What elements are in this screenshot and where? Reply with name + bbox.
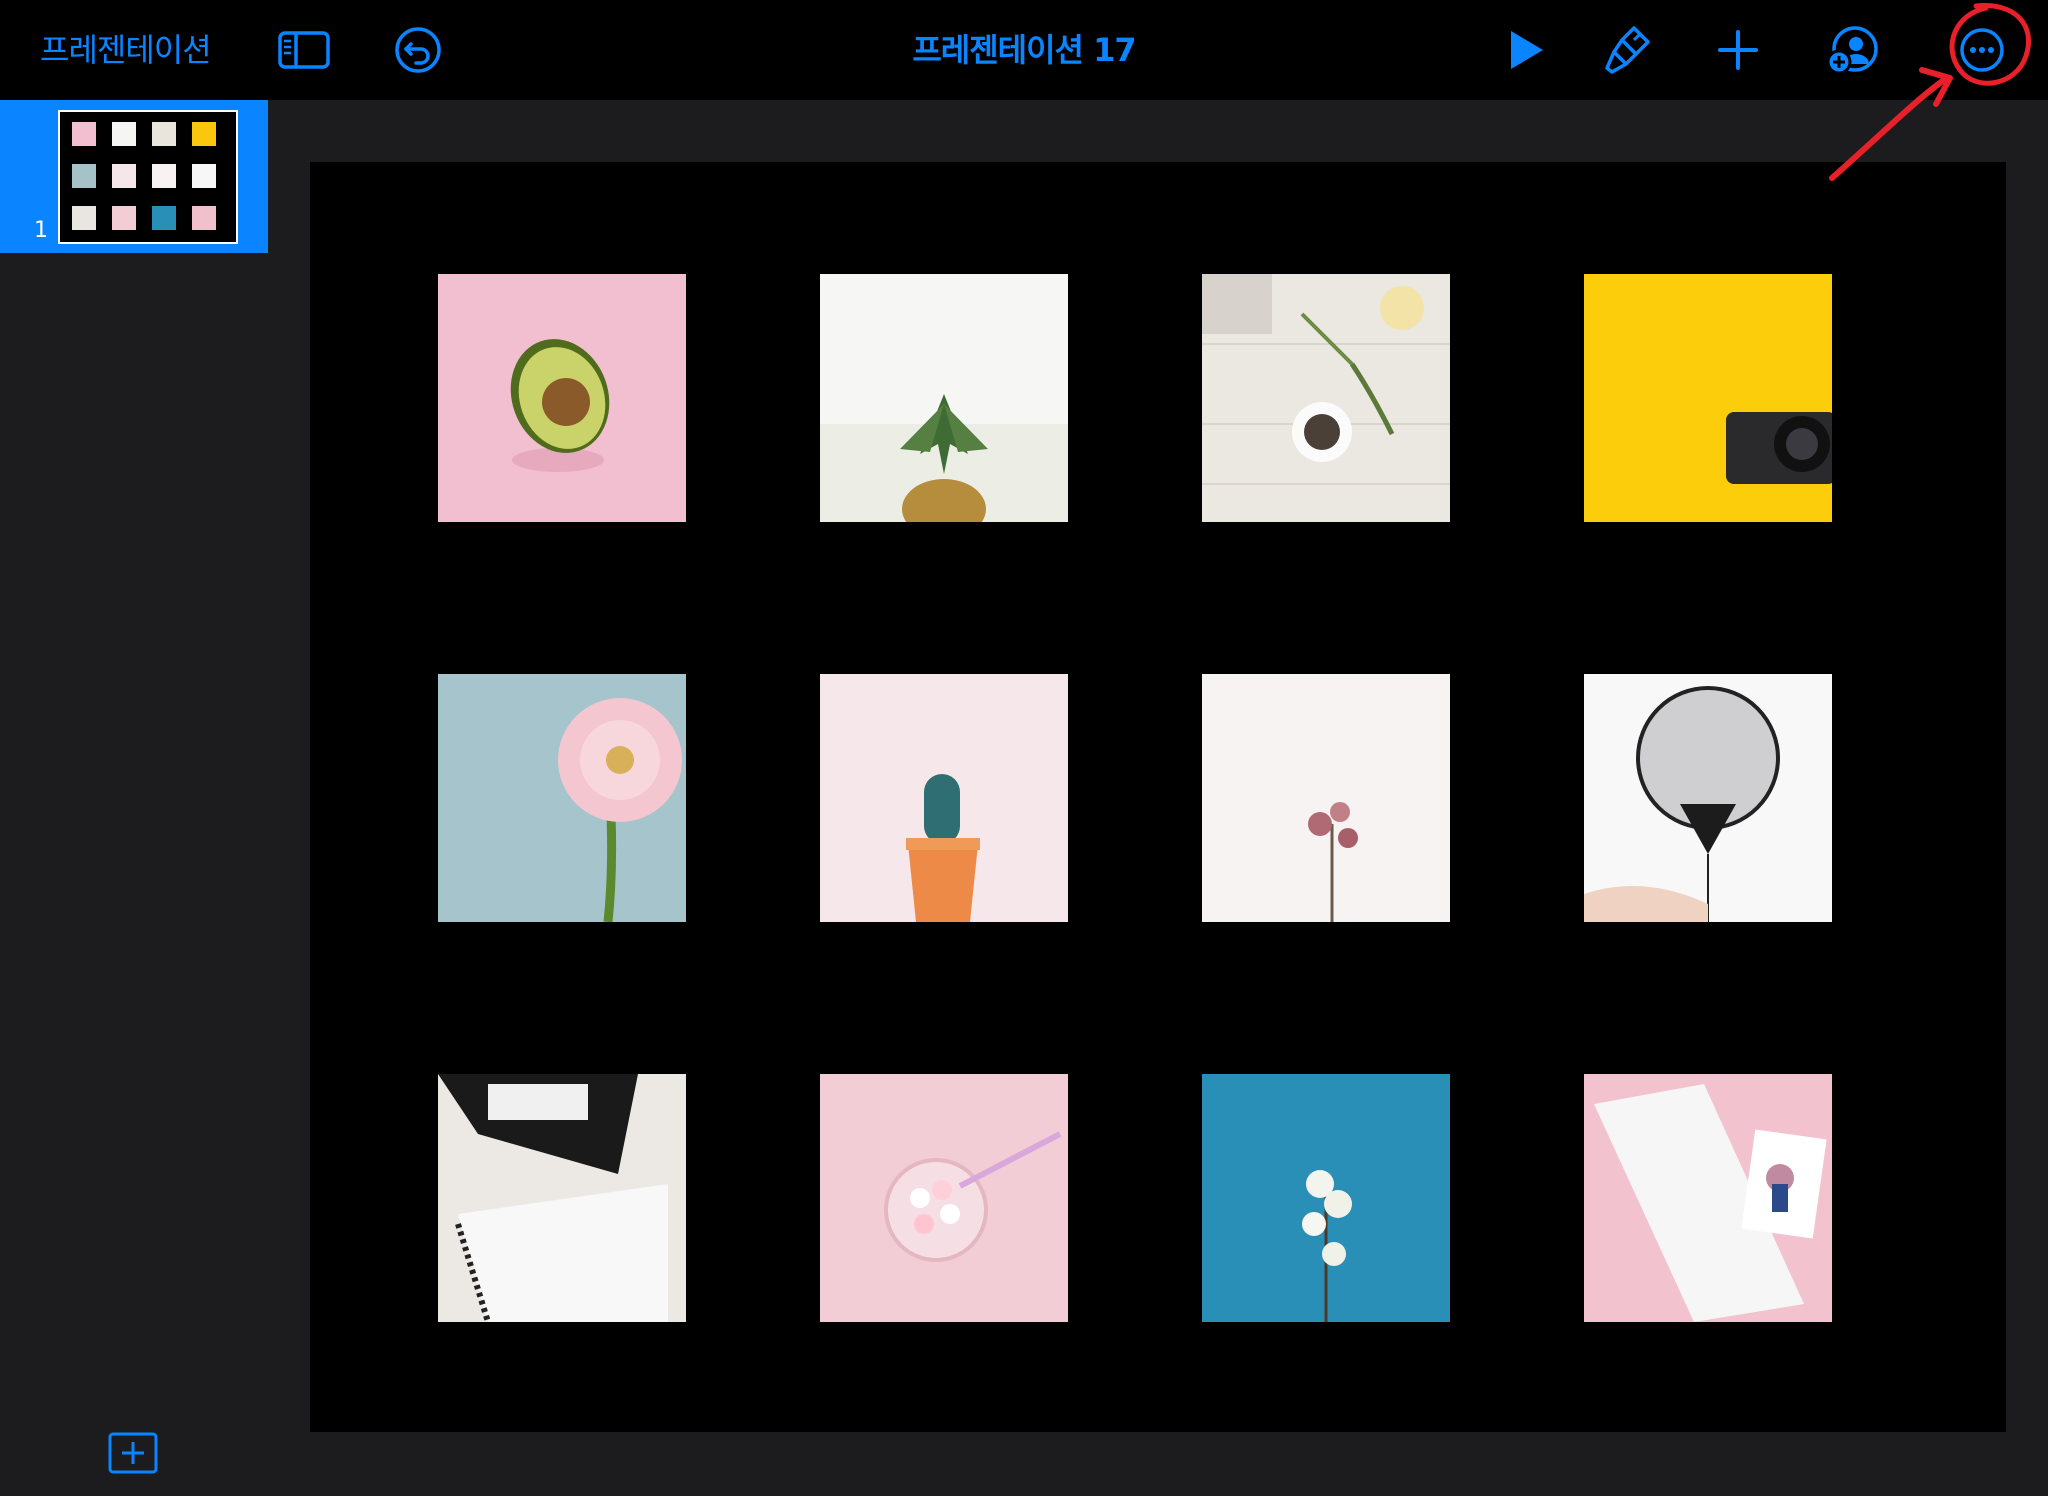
photo-herbs-table[interactable] bbox=[1202, 274, 1450, 522]
thumb-photo bbox=[112, 206, 136, 230]
photo-notebook-pink[interactable] bbox=[1584, 1074, 1832, 1322]
photo-marshmallow-cup[interactable] bbox=[820, 1074, 1068, 1322]
photo-cactus-pot[interactable] bbox=[820, 674, 1068, 922]
photo-pineapple[interactable] bbox=[820, 274, 1068, 522]
photo-avocado[interactable] bbox=[438, 274, 686, 522]
photo-dried-rose[interactable] bbox=[1202, 674, 1450, 922]
photo-white-blossom[interactable] bbox=[1202, 1074, 1450, 1322]
thumb-photo bbox=[192, 122, 216, 146]
play-icon[interactable] bbox=[1496, 22, 1552, 78]
toolbar: 프레젠테이션 프레젠테이션 17 bbox=[0, 0, 2048, 100]
slide-navigator: 1 bbox=[0, 100, 269, 1496]
photo-planner-clip[interactable] bbox=[438, 1074, 686, 1322]
document-title[interactable]: 프레젠테이션 17 bbox=[780, 26, 1268, 74]
plus-icon[interactable] bbox=[1710, 22, 1766, 78]
slide-canvas[interactable] bbox=[310, 162, 2006, 1432]
add-slide-button[interactable] bbox=[108, 1432, 158, 1474]
slide-thumbnail-1[interactable]: 1 bbox=[0, 100, 268, 253]
sidebar-toggle-icon[interactable] bbox=[276, 22, 332, 78]
thumb-photo bbox=[72, 164, 96, 188]
slide-number: 1 bbox=[34, 218, 48, 243]
thumb-photo bbox=[152, 164, 176, 188]
photo-camera-yellow[interactable] bbox=[1584, 274, 1832, 522]
thumb-photo bbox=[192, 164, 216, 188]
photo-black-balloon[interactable] bbox=[1584, 674, 1832, 922]
thumb-photo bbox=[72, 206, 96, 230]
thumb-photo bbox=[152, 206, 176, 230]
more-icon[interactable] bbox=[1954, 22, 2010, 78]
add-slide-icon bbox=[108, 1432, 158, 1474]
thumb-photo bbox=[152, 122, 176, 146]
thumb-photo bbox=[112, 122, 136, 146]
presentations-back-button[interactable]: 프레젠테이션 bbox=[40, 26, 212, 74]
thumb-photo bbox=[72, 122, 96, 146]
thumb-photo bbox=[192, 206, 216, 230]
slide-thumbnail-preview bbox=[58, 110, 238, 244]
undo-icon[interactable] bbox=[390, 22, 446, 78]
thumb-photo bbox=[112, 164, 136, 188]
photo-pink-gerbera[interactable] bbox=[438, 674, 686, 922]
collaborate-icon[interactable] bbox=[1824, 22, 1880, 78]
format-brush-icon[interactable] bbox=[1600, 22, 1656, 78]
